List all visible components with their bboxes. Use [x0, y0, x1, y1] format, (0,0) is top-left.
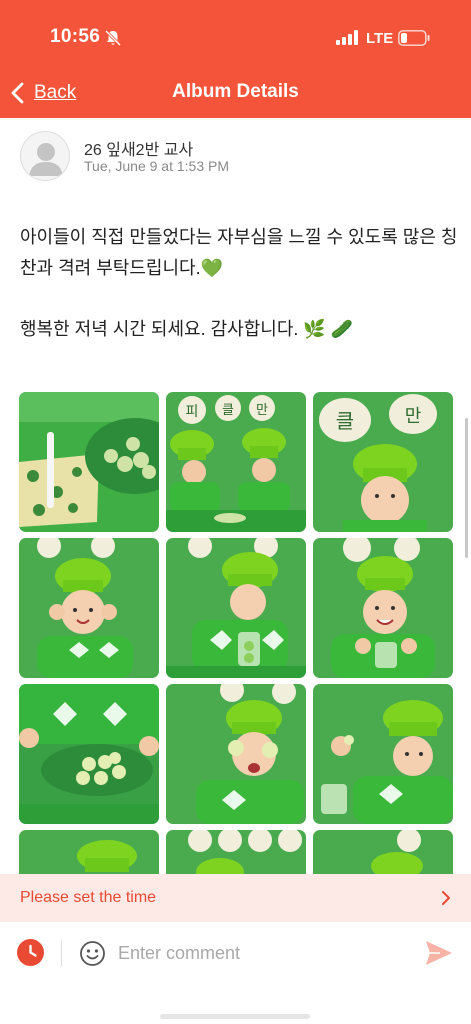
photo-image [166, 684, 306, 824]
photo-thumbnail[interactable] [313, 538, 453, 678]
photo-image [166, 538, 306, 678]
photo-image [19, 392, 159, 532]
photo-thumbnail[interactable] [19, 392, 159, 532]
post-body: 아이들이 직접 만들었다는 자부심을 느낄 수 있도록 많은 칭찬과 격려 부탁… [20, 222, 460, 345]
post-paragraph: 아이들이 직접 만들었다는 자부심을 느낄 수 있도록 많은 칭찬과 격려 부탁… [20, 227, 458, 278]
photo-image [166, 830, 306, 876]
smile-icon[interactable] [79, 940, 106, 967]
photo-thumbnail[interactable] [19, 830, 159, 876]
photo-image [313, 538, 453, 678]
signal-icon [336, 30, 358, 45]
photo-thumbnail[interactable] [19, 684, 159, 824]
photo-thumbnail[interactable] [313, 830, 453, 876]
chevron-right-icon [442, 891, 450, 905]
photo-thumbnail[interactable]: 클 만 [313, 392, 453, 532]
app-header: 10:56 LTE Back Album Details [0, 0, 471, 118]
post-paragraph: 행복한 저녁 시간 되세요. 감사합니다. 🌿 🥒 [20, 319, 354, 339]
photo-grid: 피 클 만 클 만 [19, 392, 453, 876]
page-title: Album Details [172, 81, 299, 102]
photo-image [313, 684, 453, 824]
sign-char: 클 [222, 403, 234, 418]
status-bar: 10:56 LTE [0, 0, 471, 70]
photo-thumbnail[interactable] [19, 538, 159, 678]
photo-thumbnail[interactable] [166, 538, 306, 678]
comment-input[interactable] [118, 938, 408, 968]
photo-thumbnail[interactable] [313, 684, 453, 824]
photo-thumbnail[interactable] [166, 684, 306, 824]
send-icon[interactable] [424, 939, 454, 967]
photo-image: 피 클 만 [166, 392, 306, 532]
clock-button[interactable] [17, 939, 44, 966]
clock-icon [29, 944, 37, 957]
network-type: LTE [366, 30, 394, 47]
comment-bar [0, 922, 471, 1024]
photo-image [19, 538, 159, 678]
post-date: Tue, June 9 at 1:53 PM [84, 158, 230, 174]
sign-char: 만 [256, 403, 268, 418]
battery-icon [398, 30, 430, 46]
author-name: 26 잎새2반 교사 [84, 142, 194, 159]
post-author: 26 잎새2반 교사 Tue, June 9 at 1:53 PM [20, 130, 460, 184]
status-time: 10:56 [50, 26, 101, 47]
photo-image: 클 만 [313, 392, 453, 532]
home-indicator [160, 1014, 310, 1019]
sign-char: 클 [336, 409, 354, 433]
photo-image [313, 830, 453, 876]
photo-image [19, 830, 159, 876]
bell-off-icon [104, 29, 122, 47]
set-time-label: Please set the time [20, 889, 157, 906]
photo-image [19, 684, 159, 824]
photo-thumbnail[interactable]: 피 클 만 [166, 392, 306, 532]
set-time-bar[interactable]: Please set the time [0, 874, 471, 922]
scrollbar[interactable] [465, 418, 468, 558]
avatar[interactable] [20, 131, 70, 181]
photo-thumbnail[interactable] [166, 830, 306, 876]
sign-char: 만 [405, 406, 422, 427]
divider [61, 940, 62, 966]
person-icon [29, 143, 63, 176]
nav-bar: Back Album Details [0, 72, 471, 112]
sign-char: 피 [186, 404, 199, 420]
